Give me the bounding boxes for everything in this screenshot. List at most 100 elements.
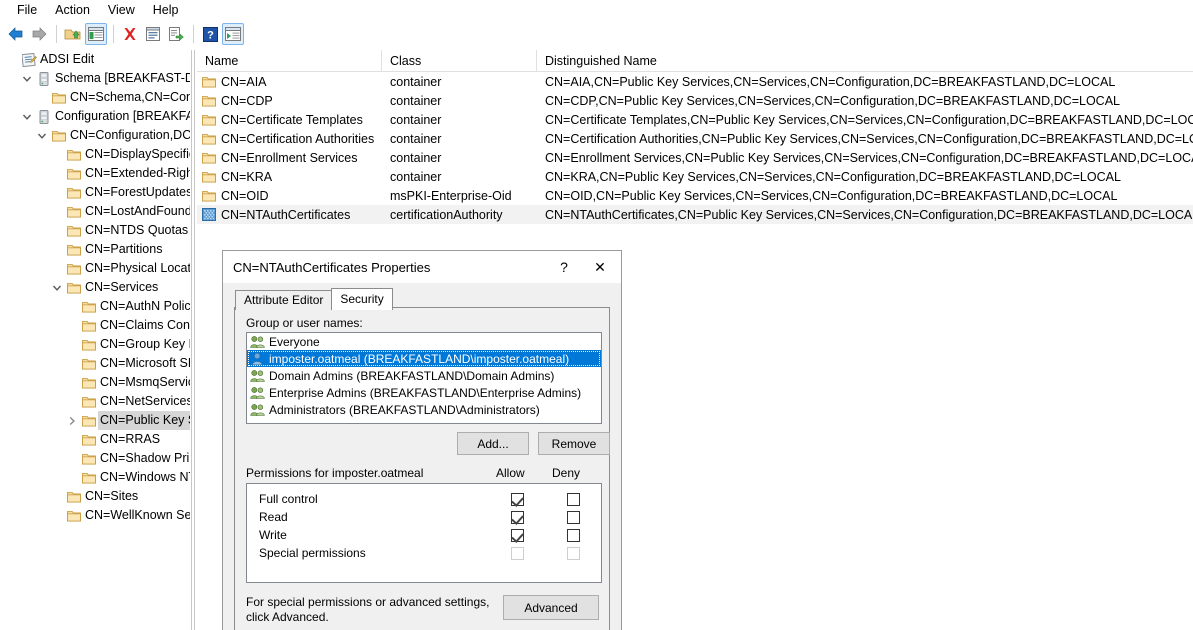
delete-icon[interactable] bbox=[119, 23, 141, 45]
menu-action[interactable]: Action bbox=[46, 1, 99, 20]
export-list-icon[interactable] bbox=[165, 23, 187, 45]
allow-checkbox[interactable] bbox=[511, 493, 524, 506]
tree-item-label: CN=Services bbox=[83, 278, 158, 297]
table-row[interactable]: CN=Certification AuthoritiescontainerCN=… bbox=[197, 129, 1193, 148]
tree-item[interactable]: ADSI Edit bbox=[0, 50, 190, 69]
permission-label: Read bbox=[247, 510, 490, 524]
dialog-title-bar[interactable]: CN=NTAuthCertificates Properties ? ✕ bbox=[223, 251, 621, 283]
tree-item[interactable]: CN=NetServices bbox=[0, 392, 190, 411]
column-header-name[interactable]: Name bbox=[197, 50, 382, 72]
tab-security[interactable]: Security bbox=[331, 288, 392, 310]
tree-item[interactable]: CN=LostAndFoundC bbox=[0, 202, 190, 221]
tree-expander-icon[interactable] bbox=[19, 69, 35, 88]
properties-icon[interactable] bbox=[142, 23, 164, 45]
console-tree[interactable]: ADSI EditSchema [BREAKFAST-DC-01CN=Schem… bbox=[0, 50, 190, 630]
close-icon[interactable]: ✕ bbox=[579, 251, 621, 283]
tree-item-label: CN=Extended-Rights bbox=[83, 164, 190, 183]
principals-listbox[interactable]: Everyoneimposter.oatmeal (BREAKFASTLAND\… bbox=[246, 332, 602, 424]
tree-item[interactable]: CN=Services bbox=[0, 278, 190, 297]
up-one-level-icon[interactable] bbox=[62, 23, 84, 45]
tree-expander-icon[interactable] bbox=[49, 278, 65, 297]
row-distinguished-name: CN=Certification Authorities,CN=Public K… bbox=[537, 132, 1193, 146]
tree-expander-icon bbox=[49, 240, 65, 259]
menu-file[interactable]: File bbox=[8, 1, 46, 20]
menu-view[interactable]: View bbox=[99, 1, 144, 20]
tree-expander-icon bbox=[4, 50, 20, 69]
tree-item[interactable]: CN=ForestUpdates bbox=[0, 183, 190, 202]
tree-item[interactable]: CN=Claims Confi bbox=[0, 316, 190, 335]
remove-button[interactable]: Remove bbox=[538, 432, 610, 455]
column-header-class[interactable]: Class bbox=[382, 50, 537, 72]
tree-item-label: CN=AuthN Policy bbox=[98, 297, 190, 316]
list-item[interactable]: imposter.oatmeal (BREAKFASTLAND\imposter… bbox=[247, 350, 601, 367]
tree-item[interactable]: CN=Extended-Rights bbox=[0, 164, 190, 183]
tree-expander-icon[interactable] bbox=[34, 126, 50, 145]
help-button[interactable]: ? bbox=[549, 251, 579, 283]
tree-item[interactable]: CN=Microsoft SP bbox=[0, 354, 190, 373]
tree-item[interactable]: CN=DisplaySpecifiers bbox=[0, 145, 190, 164]
tree-item[interactable]: CN=MsmqServic bbox=[0, 373, 190, 392]
tree-item[interactable]: CN=Public Key Se bbox=[0, 411, 190, 430]
row-class: container bbox=[382, 94, 537, 108]
row-distinguished-name: CN=Enrollment Services,CN=Public Key Ser… bbox=[537, 151, 1193, 165]
allow-column-label: Allow bbox=[496, 466, 525, 480]
menu-help[interactable]: Help bbox=[144, 1, 188, 20]
back-icon[interactable] bbox=[5, 23, 27, 45]
show-hide-console-tree-icon[interactable] bbox=[85, 23, 107, 45]
table-row[interactable]: CN=Certificate TemplatescontainerCN=Cert… bbox=[197, 110, 1193, 129]
list-item[interactable]: Enterprise Admins (BREAKFASTLAND\Enterpr… bbox=[247, 384, 601, 401]
tree-item[interactable]: Configuration [BREAKFAST-I bbox=[0, 107, 190, 126]
folder-icon bbox=[202, 171, 216, 183]
add-button[interactable]: Add... bbox=[457, 432, 529, 455]
tree-item-label: CN=NetServices bbox=[98, 392, 190, 411]
deny-checkbox[interactable] bbox=[567, 529, 580, 542]
tree-item[interactable]: CN=AuthN Policy bbox=[0, 297, 190, 316]
table-row[interactable]: CN=AIAcontainerCN=AIA,CN=Public Key Serv… bbox=[197, 72, 1193, 91]
folder-icon bbox=[65, 282, 83, 294]
tree-item[interactable]: Schema [BREAKFAST-DC-01 bbox=[0, 69, 190, 88]
deny-checkbox[interactable] bbox=[567, 493, 580, 506]
advanced-note: For special permissions or advanced sett… bbox=[246, 595, 496, 625]
advanced-button[interactable]: Advanced bbox=[503, 595, 599, 620]
tree-item[interactable]: CN=Sites bbox=[0, 487, 190, 506]
tree-item[interactable]: CN=Schema,CN=Config bbox=[0, 88, 190, 107]
dialog-title: CN=NTAuthCertificates Properties bbox=[233, 260, 430, 275]
tree-item[interactable]: CN=Windows NT bbox=[0, 468, 190, 487]
table-row[interactable]: CN=NTAuthCertificatescertificationAuthor… bbox=[197, 205, 1193, 224]
tree-item-label: CN=Public Key Se bbox=[98, 411, 190, 430]
table-row[interactable]: CN=Enrollment ServicescontainerCN=Enroll… bbox=[197, 148, 1193, 167]
tree-item[interactable]: CN=RRAS bbox=[0, 430, 190, 449]
tree-expander-icon bbox=[49, 183, 65, 202]
tree-item[interactable]: CN=Physical Locatio bbox=[0, 259, 190, 278]
tree-item[interactable]: CN=Configuration,DC=E bbox=[0, 126, 190, 145]
table-row[interactable]: CN=CDPcontainerCN=CDP,CN=Public Key Serv… bbox=[197, 91, 1193, 110]
tree-expander-icon[interactable] bbox=[19, 107, 35, 126]
tree-expander-icon[interactable] bbox=[64, 411, 80, 430]
user-icon bbox=[250, 352, 265, 366]
tree-item[interactable]: CN=Partitions bbox=[0, 240, 190, 259]
tree-item[interactable]: CN=WellKnown Secu bbox=[0, 506, 190, 525]
column-header-distinguished-name[interactable]: Distinguished Name bbox=[537, 50, 1193, 72]
table-row[interactable]: CN=KRAcontainerCN=KRA,CN=Public Key Serv… bbox=[197, 167, 1193, 186]
list-item[interactable]: Administrators (BREAKFASTLAND\Administra… bbox=[247, 401, 601, 418]
tree-item[interactable]: CN=NTDS Quotas bbox=[0, 221, 190, 240]
deny-checkbox[interactable] bbox=[567, 511, 580, 524]
show-hide-action-pane-icon[interactable] bbox=[222, 23, 244, 45]
folder-icon bbox=[202, 152, 216, 164]
allow-checkbox[interactable] bbox=[511, 529, 524, 542]
tree-item[interactable]: CN=Shadow Prin bbox=[0, 449, 190, 468]
panel-splitter[interactable] bbox=[190, 50, 196, 630]
list-item[interactable]: Everyone bbox=[247, 333, 601, 350]
list-item[interactable]: Domain Admins (BREAKFASTLAND\Domain Admi… bbox=[247, 367, 601, 384]
row-distinguished-name: CN=KRA,CN=Public Key Services,CN=Service… bbox=[537, 170, 1193, 184]
security-tab-page: Group or user names: Everyoneimposter.oa… bbox=[234, 307, 610, 630]
folder-icon bbox=[65, 510, 83, 522]
help-icon[interactable]: ? bbox=[199, 23, 221, 45]
row-name: CN=KRA bbox=[221, 170, 272, 184]
tab-attribute-editor[interactable]: Attribute Editor bbox=[235, 290, 332, 310]
table-row[interactable]: CN=OIDmsPKI-Enterprise-OidCN=OID,CN=Publ… bbox=[197, 186, 1193, 205]
forward-icon[interactable] bbox=[28, 23, 50, 45]
allow-checkbox[interactable] bbox=[511, 511, 524, 524]
permissions-listbox[interactable]: Full controlReadWriteSpecial permissions bbox=[246, 483, 602, 583]
tree-item[interactable]: CN=Group Key D bbox=[0, 335, 190, 354]
